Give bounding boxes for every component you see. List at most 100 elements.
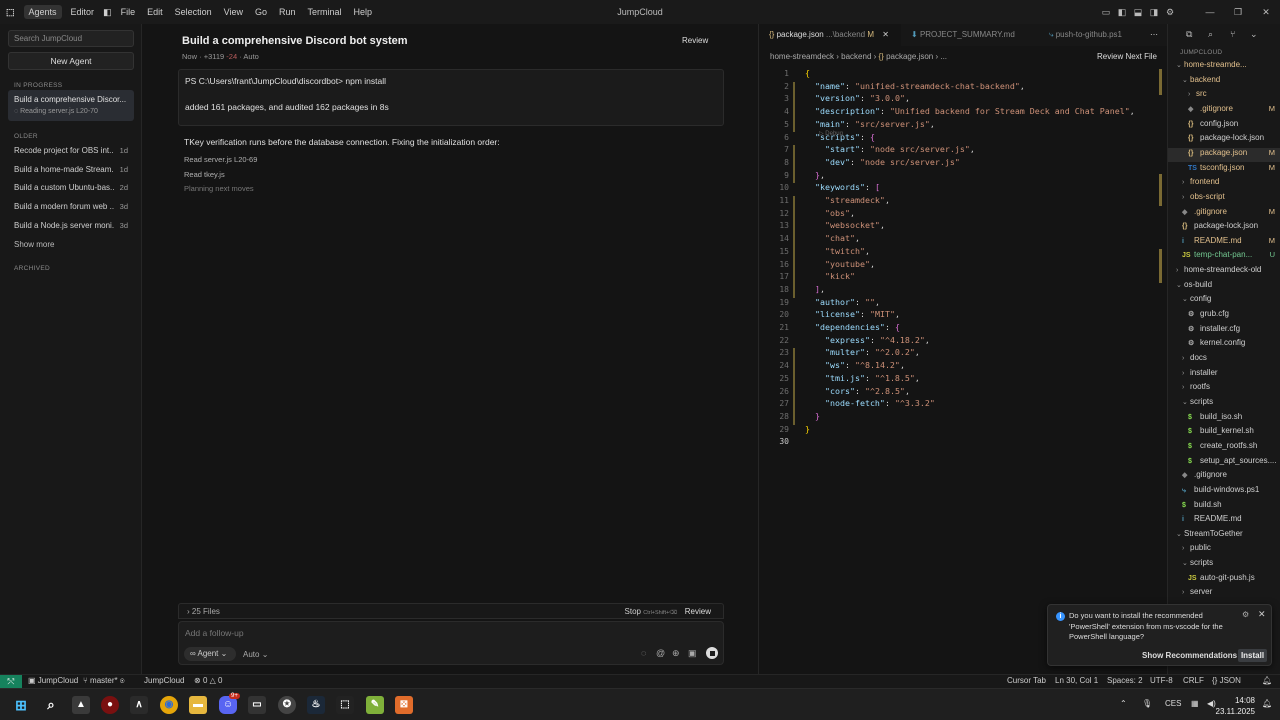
tree-file[interactable]: $ build.sh [1168,500,1280,514]
chat-item[interactable]: Build a Node.js server moni... 3d [14,221,134,235]
debug-codelens[interactable]: ▷ Debug [819,130,843,137]
code-line[interactable]: "streamdeck", [805,195,890,205]
follow-up-input[interactable]: Add a follow-up ∞ Agent ⌄ Auto ⌄ ◌ @ ⊕ ▣ [178,621,724,665]
menu-run[interactable]: Run [273,0,302,24]
menu-view[interactable]: View [218,0,249,24]
tree-file[interactable]: $ setup_apt_sources.... [1168,456,1280,470]
cursor-tab-status[interactable]: Cursor Tab [1007,676,1046,685]
close-icon[interactable]: ✕ [1258,609,1266,620]
globe-icon[interactable]: ⊕ [672,648,680,659]
app-icon[interactable]: ∧ [130,696,148,714]
code-line[interactable]: } [805,424,810,434]
menu-go[interactable]: Go [249,0,273,24]
menu-file[interactable]: File [115,0,142,24]
code-line[interactable]: "obs", [805,208,855,218]
breadcrumb-item[interactable]: package.json [886,52,933,61]
tree-folder[interactable]: ⌄ home-streamde... [1168,60,1280,74]
install-button[interactable]: Install [1238,649,1267,662]
volume-icon[interactable]: ◀) [1207,699,1216,708]
tree-folder[interactable]: › installer [1168,368,1280,382]
menu-help[interactable]: Help [348,0,379,24]
code-line[interactable]: "node-fetch": "^3.3.2" [805,398,935,408]
code-line[interactable]: "version": "3.0.0", [805,93,910,103]
minimize-icon[interactable]: — [1196,0,1224,24]
remote-icon[interactable]: ⤲ [0,675,22,689]
tree-folder[interactable]: ⌄ backend [1168,75,1280,89]
menu-edit[interactable]: Edit [141,0,169,24]
tree-file[interactable]: ⤷ build-windows.ps1 [1168,485,1280,499]
menu-terminal[interactable]: Terminal [302,0,348,24]
code-line[interactable]: "ws": "^8.14.2", [805,360,905,370]
image-icon[interactable]: ▣ [688,648,697,659]
active-chat-item[interactable]: Build a comprehensive Discor... ◌ Readin… [8,90,134,121]
action-read-file[interactable]: Read tkey.js [184,170,225,179]
tree-folder[interactable]: › obs-script [1168,192,1280,206]
tree-folder[interactable]: ⌄ scripts [1168,397,1280,411]
tree-file[interactable]: ◆ .gitignore M [1168,207,1280,221]
search-agents-input[interactable]: Search JumpCloud [8,30,134,47]
tree-file[interactable]: i README.md M [1168,236,1280,250]
steam-icon[interactable]: ♨ [307,696,325,714]
tree-file[interactable]: ◆ .gitignore M [1168,104,1280,118]
mention-icon[interactable]: @ [656,648,665,658]
tree-folder[interactable]: › frontend [1168,177,1280,191]
tree-folder[interactable]: ⌄ StreamToGether [1168,529,1280,543]
review-next-file-button[interactable]: Review Next File [1097,52,1157,61]
code-line[interactable]: "chat", [805,233,860,243]
layout-bottom-icon[interactable]: ⬓ [1130,0,1146,24]
code-line[interactable]: "websocket", [805,220,885,230]
microphone-icon[interactable]: 🎙︎ [1142,699,1152,708]
system-clock[interactable]: 14:08 23.11.2025 [1216,695,1255,717]
tree-folder[interactable]: › home-streamdeck-old [1168,265,1280,279]
tab-push-to-github[interactable]: ⤷ push-to-github.ps1 [1039,24,1149,46]
review-button[interactable]: Review [682,36,708,45]
chat-item[interactable]: Build a modern forum web ... 3d [14,202,134,216]
encoding[interactable]: UTF-8 [1150,676,1173,685]
code-line[interactable]: "dependencies": { [805,322,900,332]
app-logo-icon[interactable]: ⬚ [0,0,21,24]
file-explorer-icon[interactable]: ▬ [189,696,207,714]
chat-item[interactable]: Recode project for OBS int... 1d [14,146,134,160]
tree-file[interactable]: {} config.json [1168,119,1280,133]
workspace-section[interactable]: JUMPCLOUD [1180,49,1222,56]
code-line[interactable]: { [805,68,810,78]
model-dropdown[interactable]: Auto ⌄ [243,650,268,659]
toggle-sidebar-icon[interactable]: ◧ [100,0,115,24]
tree-file[interactable]: JS temp-chat-pan... U [1168,250,1280,264]
code-line[interactable]: ], [805,284,825,294]
code-line[interactable]: "keywords": [ [805,182,880,192]
search-icon[interactable]: ⌕ [42,696,60,714]
menu-agents[interactable]: Agents [23,5,62,19]
layout-sidebar-icon[interactable]: ◧ [1114,0,1130,24]
breadcrumb-item[interactable]: ... [940,52,947,61]
tree-file[interactable]: $ create_rootfs.sh [1168,441,1280,455]
code-line[interactable]: "main": "src/server.js", [805,119,935,129]
review-files-button[interactable]: Review [685,607,711,616]
menu-selection[interactable]: Selection [169,0,218,24]
notification-center-icon[interactable]: 🔔︎ [1262,699,1272,708]
explorer-icon[interactable]: ⧉ [1186,29,1192,40]
layout-panel-icon[interactable]: ▭ [1098,0,1114,24]
branch-status[interactable]: ⑂ master* ◉ [83,676,125,685]
tree-file[interactable]: JS auto-git-push.js [1168,573,1280,587]
tree-folder[interactable]: › docs [1168,353,1280,367]
tree-file[interactable]: TS tsconfig.json M [1168,163,1280,177]
source-control-icon[interactable]: ⑂ [1230,29,1235,39]
tab-package-json[interactable]: {} package.json ...\backend M ✕ [759,24,901,46]
code-line[interactable]: "twitch", [805,246,870,256]
account-status[interactable]: JumpCloud [144,676,184,685]
tree-folder[interactable]: › server [1168,587,1280,601]
code-line[interactable]: "start": "node src/server.js", [805,144,975,154]
tree-file[interactable]: {} package-lock.json [1168,221,1280,235]
tree-file[interactable]: ◆ .gitignore [1168,470,1280,484]
breadcrumb-item[interactable]: home-streamdeck [770,52,834,61]
chevron-down-icon[interactable]: ⌄ [1250,29,1258,40]
cursor-position[interactable]: Ln 30, Col 1 [1055,676,1098,685]
code-line[interactable]: "express": "^4.18.2", [805,335,930,345]
tree-folder[interactable]: › public [1168,543,1280,557]
app-icon[interactable]: ● [101,696,119,714]
agent-mode-dropdown[interactable]: ∞ Agent ⌄ [184,647,236,661]
close-window-icon[interactable]: ✕ [1252,0,1280,24]
cursor-app-icon[interactable]: ⬚ [336,696,354,714]
code-line[interactable]: "dev": "node src/server.js" [805,157,960,167]
